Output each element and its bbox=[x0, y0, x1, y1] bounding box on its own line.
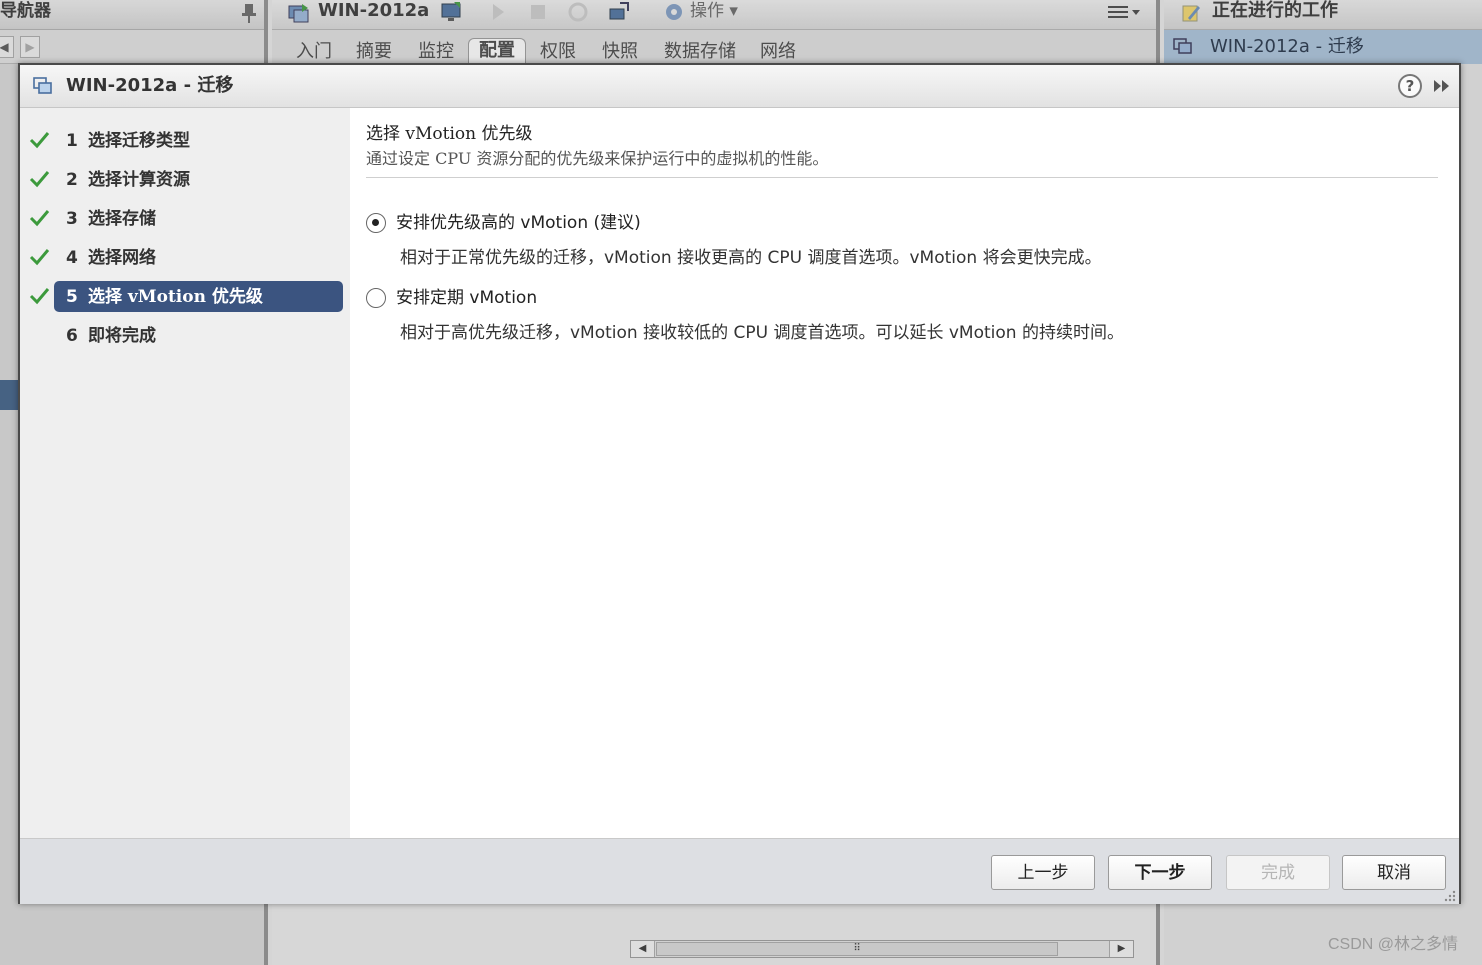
step-number: 6 bbox=[66, 326, 78, 346]
checkmark-icon bbox=[28, 207, 50, 229]
wizard-step-1[interactable]: 1 选择迁移类型 bbox=[20, 125, 350, 157]
step-number: 5 bbox=[66, 287, 78, 307]
high-priority-label[interactable]: 安排优先级高的 vMotion (建议) bbox=[396, 211, 641, 235]
wizard-step-3[interactable]: 3 选择存储 bbox=[20, 203, 350, 235]
step-label: 选择迁移类型 bbox=[88, 131, 190, 151]
step-number: 4 bbox=[66, 248, 78, 268]
resize-grip-icon[interactable] bbox=[1443, 888, 1457, 902]
step-number: 1 bbox=[66, 131, 78, 151]
wizard-step-4[interactable]: 4 选择网络 bbox=[20, 242, 350, 274]
standard-priority-description: 相对于高优先级迁移，vMotion 接收较低的 CPU 调度首选项。可以延长 v… bbox=[400, 323, 1124, 343]
next-button[interactable]: 下一步 bbox=[1108, 855, 1212, 890]
step-label: 即将完成 bbox=[88, 326, 156, 346]
dialog-footer: 上一步 下一步 完成 取消 bbox=[20, 838, 1459, 904]
step-number: 3 bbox=[66, 209, 78, 229]
standard-priority-label[interactable]: 安排定期 vMotion bbox=[396, 286, 537, 310]
dialog-titlebar[interactable]: WIN-2012a - 迁移 ? bbox=[20, 65, 1459, 108]
step-label: 选择计算资源 bbox=[88, 170, 190, 190]
checkmark-icon bbox=[28, 285, 50, 307]
step-number: 2 bbox=[66, 170, 78, 190]
migrate-dialog: WIN-2012a - 迁移 ? 1 选择迁移类型 2 选择计算资源 3 选择存… bbox=[18, 63, 1461, 904]
standard-priority-radio[interactable] bbox=[366, 288, 386, 308]
dialog-title: WIN-2012a - 迁移 bbox=[66, 75, 234, 96]
watermark: CSDN @林之多情 bbox=[1328, 936, 1459, 953]
wizard-step-5[interactable]: 5 选择 vMotion 优先级 bbox=[20, 281, 350, 313]
wizard-step-2[interactable]: 2 选择计算资源 bbox=[20, 164, 350, 196]
section-title: 选择 vMotion 优先级 bbox=[366, 124, 533, 144]
checkmark-icon bbox=[28, 246, 50, 268]
help-icon[interactable]: ? bbox=[1398, 74, 1422, 98]
step-label: 选择存储 bbox=[88, 209, 156, 229]
divider bbox=[366, 177, 1438, 178]
wizard-steps: 1 选择迁移类型 2 选择计算资源 3 选择存储 4 选择网络 5 选择 vMo… bbox=[20, 108, 350, 838]
wizard-step-6[interactable]: 6 即将完成 bbox=[20, 320, 350, 352]
checkmark-icon bbox=[28, 129, 50, 151]
checkmark-icon bbox=[28, 168, 50, 190]
expand-icon[interactable] bbox=[1432, 77, 1452, 95]
finish-button: 完成 bbox=[1226, 855, 1330, 890]
step-label: 选择 vMotion 优先级 bbox=[88, 287, 263, 307]
step-label: 选择网络 bbox=[88, 248, 156, 268]
vm-migrate-icon bbox=[32, 75, 54, 97]
high-priority-radio[interactable] bbox=[366, 213, 386, 233]
wizard-content: 选择 vMotion 优先级 通过设定 CPU 资源分配的优先级来保护运行中的虚… bbox=[350, 108, 1459, 838]
back-button[interactable]: 上一步 bbox=[991, 855, 1095, 890]
high-priority-description: 相对于正常优先级的迁移，vMotion 接收更高的 CPU 调度首选项。vMot… bbox=[400, 248, 1102, 268]
cancel-button[interactable]: 取消 bbox=[1342, 855, 1446, 890]
section-subtitle: 通过设定 CPU 资源分配的优先级来保护运行中的虚拟机的性能。 bbox=[366, 149, 829, 168]
